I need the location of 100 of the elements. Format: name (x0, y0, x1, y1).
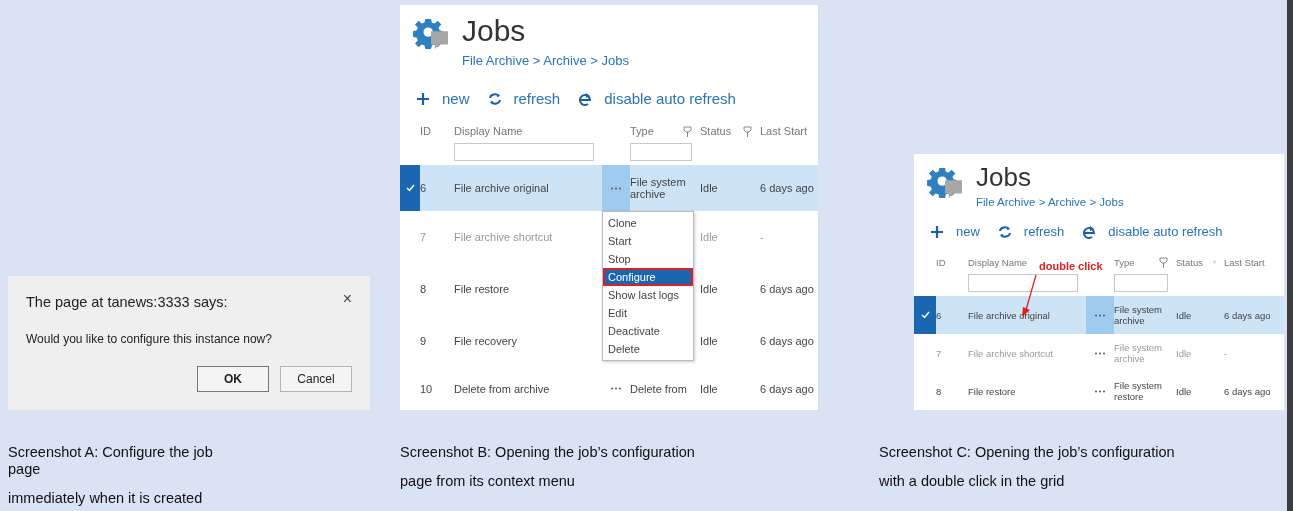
menu-item[interactable]: Clone (603, 214, 693, 232)
menu-item[interactable]: Stop (603, 250, 693, 268)
caption-text: page from its context menu (400, 473, 576, 490)
table-cell-text: - (1224, 347, 1229, 359)
menu-item[interactable]: Deactivate (603, 322, 693, 340)
menu-item[interactable]: Edit (603, 304, 693, 322)
table-cell-text: 6 days ago (760, 283, 815, 295)
menu-item[interactable]: Show last logs (603, 286, 693, 304)
refresh-icon (997, 224, 1012, 239)
gear-icon (412, 17, 450, 51)
gear-icon (926, 166, 964, 200)
table-cell-text: 10 (420, 382, 434, 395)
table-cell-text: 6 (936, 309, 943, 321)
table-cell-text: 8 (420, 283, 428, 295)
annotation-label: double click (1039, 260, 1103, 272)
column-header[interactable]: Display Name (454, 125, 523, 137)
table-cell-text: 7 (420, 231, 428, 243)
pin-icon[interactable] (683, 125, 692, 137)
table-cell-text: Idle (1176, 309, 1193, 321)
caption-text: page (8, 461, 42, 478)
column-header[interactable]: Last Start (1224, 257, 1265, 268)
close-button[interactable]: × (342, 290, 352, 308)
table-cell-text: 6 (420, 182, 428, 194)
column-header[interactable]: Status (700, 125, 732, 137)
pin-icon[interactable] (1159, 257, 1168, 268)
menu-item[interactable]: Configure (603, 268, 693, 286)
page-title: Jobs (976, 162, 1032, 192)
filter-field[interactable] (630, 143, 692, 161)
column-header[interactable]: Type (630, 125, 654, 137)
table-cell-text: File archive original (454, 182, 550, 194)
plus-icon (416, 91, 430, 106)
table-cell-text: Idle (1176, 385, 1193, 397)
selected-row[interactable]: 6 File archive original File system archive Idle 6 days ago (914, 296, 1284, 334)
table-cell-text: Idle (700, 382, 719, 395)
table-cell-text: File system archive (1114, 304, 1164, 326)
menu-item[interactable]: Delete (603, 340, 693, 358)
dialog-title: The page at tanews:3333 says: (26, 294, 228, 310)
plus-icon (930, 224, 944, 239)
breadcrumb[interactable]: File Archive > Archive > Jobs (976, 196, 1124, 208)
column-header[interactable]: Display Name (968, 257, 1028, 268)
ok-button[interactable]: OK (197, 366, 269, 392)
table-cell-text: File restore (968, 385, 1017, 397)
more-icon[interactable] (610, 186, 622, 190)
table-cell-text: File system restore (1114, 380, 1164, 402)
table-cell-text: - (760, 231, 765, 243)
caption-text: Screenshot B: Opening the job’s configuration (400, 444, 696, 461)
check-icon (405, 184, 415, 192)
caption-text: with a double click in the grid (879, 473, 1066, 490)
refresh-button[interactable]: refresh (487, 90, 561, 107)
table-cell-text: File system archive (1114, 342, 1164, 364)
table-cell-text: File system archive (630, 176, 687, 200)
refresh-icon (1082, 224, 1097, 239)
table-cell-text: Delete from (630, 382, 688, 395)
column-header[interactable]: Last Start (760, 125, 808, 137)
refresh-button[interactable]: refresh (997, 224, 1065, 239)
table-cell-text: File recovery (454, 335, 518, 347)
dialog-message: Would you like to configure this instance now? (26, 332, 273, 346)
table-cell-text: Idle (700, 182, 719, 194)
table-cell-text: Idle (700, 283, 719, 295)
caption-text: immediately when it is created (8, 490, 204, 507)
column-header[interactable]: ID (936, 257, 946, 268)
page-title: Jobs (462, 13, 527, 49)
table-cell-text: 7 (936, 347, 943, 359)
table-cell-text: 6 days ago (760, 182, 815, 194)
more-icon[interactable] (610, 387, 622, 390)
refresh-icon (578, 91, 593, 106)
column-header[interactable]: Status (1176, 257, 1203, 268)
table-cell-text: File archive shortcut (968, 347, 1054, 359)
breadcrumb[interactable]: File Archive > Archive > Jobs (462, 53, 629, 68)
table-cell-text: 6 days ago (1224, 385, 1272, 397)
table-cell-text: 9 (420, 335, 428, 347)
column-header[interactable]: ID (420, 125, 431, 137)
table-cell-text: File archive original (968, 309, 1051, 321)
auto-button[interactable]: disable auto refresh (1082, 224, 1223, 239)
table-cell-text: Idle (1176, 347, 1193, 359)
auto-button[interactable]: disable auto refresh (578, 90, 736, 107)
column-header[interactable]: Type (1114, 257, 1135, 268)
new-button[interactable]: new (930, 224, 980, 239)
cancel-button[interactable]: Cancel (280, 366, 352, 392)
pin-icon[interactable] (743, 125, 752, 137)
check-icon (920, 311, 930, 319)
table-cell-text: 8 (936, 385, 943, 397)
caption-text: Screenshot C: Opening the job’s configuration (879, 444, 1176, 461)
table-cell-text: 6 days ago (760, 335, 815, 347)
filter-field[interactable] (454, 143, 594, 161)
table-cell-text: 6 days ago (760, 382, 815, 395)
table-cell-text: File archive shortcut (454, 231, 554, 243)
new-button[interactable]: new (416, 90, 470, 107)
filter-field[interactable] (1114, 274, 1168, 292)
more-icon[interactable] (1094, 389, 1106, 393)
table-cell-text: Idle (700, 335, 719, 347)
refresh-icon (487, 91, 502, 106)
filter-field[interactable] (968, 274, 1078, 292)
table-cell-text: File restore (454, 283, 511, 295)
table-cell-text: 6 days ago (1224, 309, 1272, 321)
table-cell-text: Idle (700, 231, 719, 243)
menu-item[interactable]: Start (603, 232, 693, 250)
selected-row[interactable]: 6 File archive original File system archive Idle 6 days ago (400, 165, 818, 211)
caption-text: Screenshot A: Configure the job (8, 444, 214, 461)
more-icon[interactable] (1094, 313, 1106, 317)
